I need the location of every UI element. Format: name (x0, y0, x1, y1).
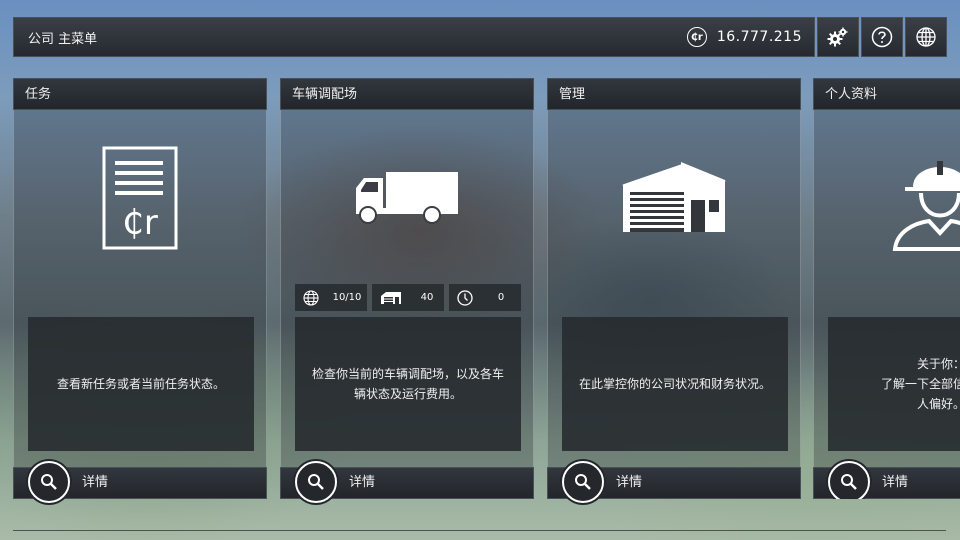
help-icon (871, 26, 893, 48)
truck-icon (356, 171, 458, 224)
stat-value: 10/10 (332, 292, 362, 303)
details-bar[interactable]: 详情 (547, 461, 801, 503)
details-label: 详情 (82, 475, 109, 490)
contract-currency-text: ₵r (122, 203, 158, 243)
card-title: 车辆调配场 (280, 78, 534, 110)
details-label: 详情 (616, 475, 643, 490)
stat-value: 0 (497, 292, 505, 303)
details-bar[interactable]: 详情 (280, 461, 534, 503)
details-button[interactable] (28, 461, 70, 503)
page-title: 公司 主菜单 (28, 31, 98, 47)
details-button[interactable] (295, 461, 337, 503)
search-icon (308, 474, 324, 490)
card-profile[interactable]: 个人资料 关于你： 了解一下全部信息、成 人偏好。 (813, 78, 960, 499)
credits-amount: 16.777.215 (716, 29, 802, 45)
card-missions[interactable]: 任务 ₵r 查看新任务或者当前任务状态。 详情 (13, 78, 267, 503)
garage-stats: 10/10 40 0 (295, 284, 521, 311)
globe-icon (303, 289, 319, 306)
settings-button[interactable] (817, 17, 859, 57)
card-title: 任务 (13, 78, 267, 110)
card-description: 查看新任务或者当前任务状态。 (28, 317, 254, 451)
card-body: ₵r 查看新任务或者当前任务状态。 (13, 110, 267, 467)
clock-icon (457, 289, 473, 306)
search-icon (841, 474, 857, 490)
stat-value: 40 (420, 292, 434, 303)
details-label: 详情 (882, 475, 909, 490)
help-button[interactable] (861, 17, 903, 57)
card-management[interactable]: 管理 在此掌控你的公司状况和财务状况。 详情 (547, 78, 801, 503)
card-description: 检查你当前的车辆调配场，以及各车辆状态及运行费用。 (295, 317, 521, 451)
card-title: 个人资料 (813, 78, 960, 110)
card-body: 10/10 40 0 检查你当前的车辆调配场，以及各车辆状态及运行费用。 (280, 110, 534, 467)
stat-trucks: 40 (372, 284, 444, 311)
stat-drivers: 0 (449, 284, 521, 311)
warehouse-icon (622, 161, 726, 232)
stat-garages: 10/10 (295, 284, 367, 311)
search-icon (575, 474, 591, 490)
details-button[interactable] (562, 461, 604, 503)
card-title: 管理 (547, 78, 801, 110)
contract-icon: ₵r (102, 146, 178, 249)
gear-icon (827, 27, 848, 47)
worker-icon (892, 160, 960, 251)
card-garage[interactable]: 车辆调配场 10/10 40 0 检查你当前的车辆调配场，以及各车辆状态及运行费… (280, 78, 534, 503)
details-button[interactable] (828, 461, 870, 499)
bottom-divider (13, 530, 946, 531)
top-bar: 公司 主菜单 ₵r 16.777.215 (13, 17, 815, 57)
card-description: 关于你： 了解一下全部信息、成 人偏好。 (828, 317, 960, 451)
search-icon (41, 474, 57, 490)
details-bar[interactable]: 详情 (813, 461, 960, 499)
credits-icon: ₵r (686, 27, 707, 47)
garage-icon (381, 291, 401, 304)
card-body: 关于你： 了解一下全部信息、成 人偏好。 (813, 110, 960, 467)
card-description: 在此掌控你的公司状况和财务状况。 (562, 317, 788, 451)
language-button[interactable] (905, 17, 947, 57)
details-bar[interactable]: 详情 (13, 461, 267, 503)
details-label: 详情 (349, 475, 376, 490)
credits-display: ₵r 16.777.215 (686, 27, 802, 47)
card-body: 在此掌控你的公司状况和财务状况。 (547, 110, 801, 467)
globe-icon (916, 27, 936, 47)
